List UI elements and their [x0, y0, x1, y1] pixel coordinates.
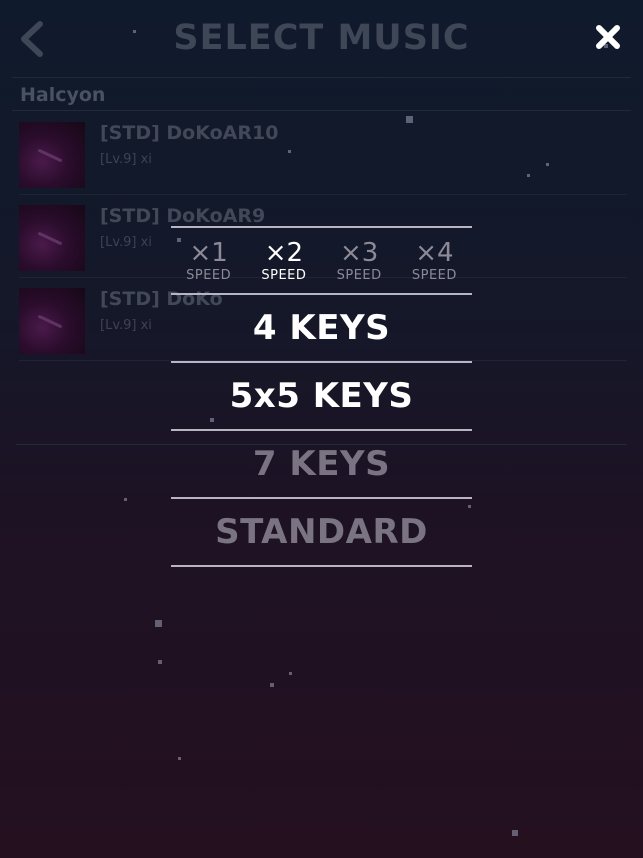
speed-label: SPEED: [261, 268, 307, 283]
speed-value: ×1: [189, 238, 228, 268]
song-item[interactable]: [STD] DoKoAR10 [Lv.9] xi: [0, 112, 643, 195]
speed-value: ×2: [264, 238, 304, 268]
menu-divider: [171, 565, 472, 567]
song-title: [STD] DoKoAR9: [100, 205, 266, 227]
song-meta: [Lv.9] xi: [100, 152, 152, 167]
speed-label: SPEED: [411, 268, 457, 283]
song-title: [STD] DoKoAR10: [100, 122, 279, 144]
close-button[interactable]: [593, 22, 623, 52]
mode-7-keys-button[interactable]: 7 KEYS: [171, 431, 472, 497]
particle: [512, 830, 518, 836]
particle: [158, 660, 162, 664]
particle: [124, 498, 127, 501]
particle: [155, 620, 162, 627]
close-icon: [596, 25, 620, 49]
particle: [289, 672, 292, 675]
song-thumbnail: [19, 288, 85, 354]
header-divider: [12, 77, 631, 78]
song-thumbnail: [19, 205, 85, 271]
speed-value: ×4: [415, 238, 454, 268]
speed-value: ×3: [339, 238, 379, 268]
section-title: Halcyon: [20, 84, 106, 106]
mode-4-keys-button[interactable]: 4 KEYS: [171, 295, 472, 361]
speed-label: SPEED: [186, 268, 232, 283]
speed-selector: ×1 SPEED ×2 SPEED ×3 SPEED ×4 SPEED: [171, 228, 472, 293]
speed-option-4[interactable]: ×4 SPEED: [397, 228, 472, 293]
page-title: SELECT MUSIC: [173, 18, 470, 58]
particle: [178, 757, 181, 760]
speed-label: SPEED: [336, 268, 382, 283]
speed-option-3[interactable]: ×3 SPEED: [322, 228, 397, 293]
mode-5x5-keys-button[interactable]: 5x5 KEYS: [171, 363, 472, 429]
mode-select-menu: ×1 SPEED ×2 SPEED ×3 SPEED ×4 SPEED 4 KE…: [171, 226, 472, 567]
speed-option-1[interactable]: ×1 SPEED: [171, 228, 246, 293]
speed-option-2[interactable]: ×2 SPEED: [246, 228, 321, 293]
song-meta: [Lv.9] xi: [100, 235, 152, 250]
section-divider: [12, 110, 631, 111]
particle: [270, 683, 274, 687]
song-meta: [Lv.9] xi: [100, 318, 152, 333]
mode-standard-button[interactable]: STANDARD: [171, 499, 472, 565]
song-thumbnail: [19, 122, 85, 188]
